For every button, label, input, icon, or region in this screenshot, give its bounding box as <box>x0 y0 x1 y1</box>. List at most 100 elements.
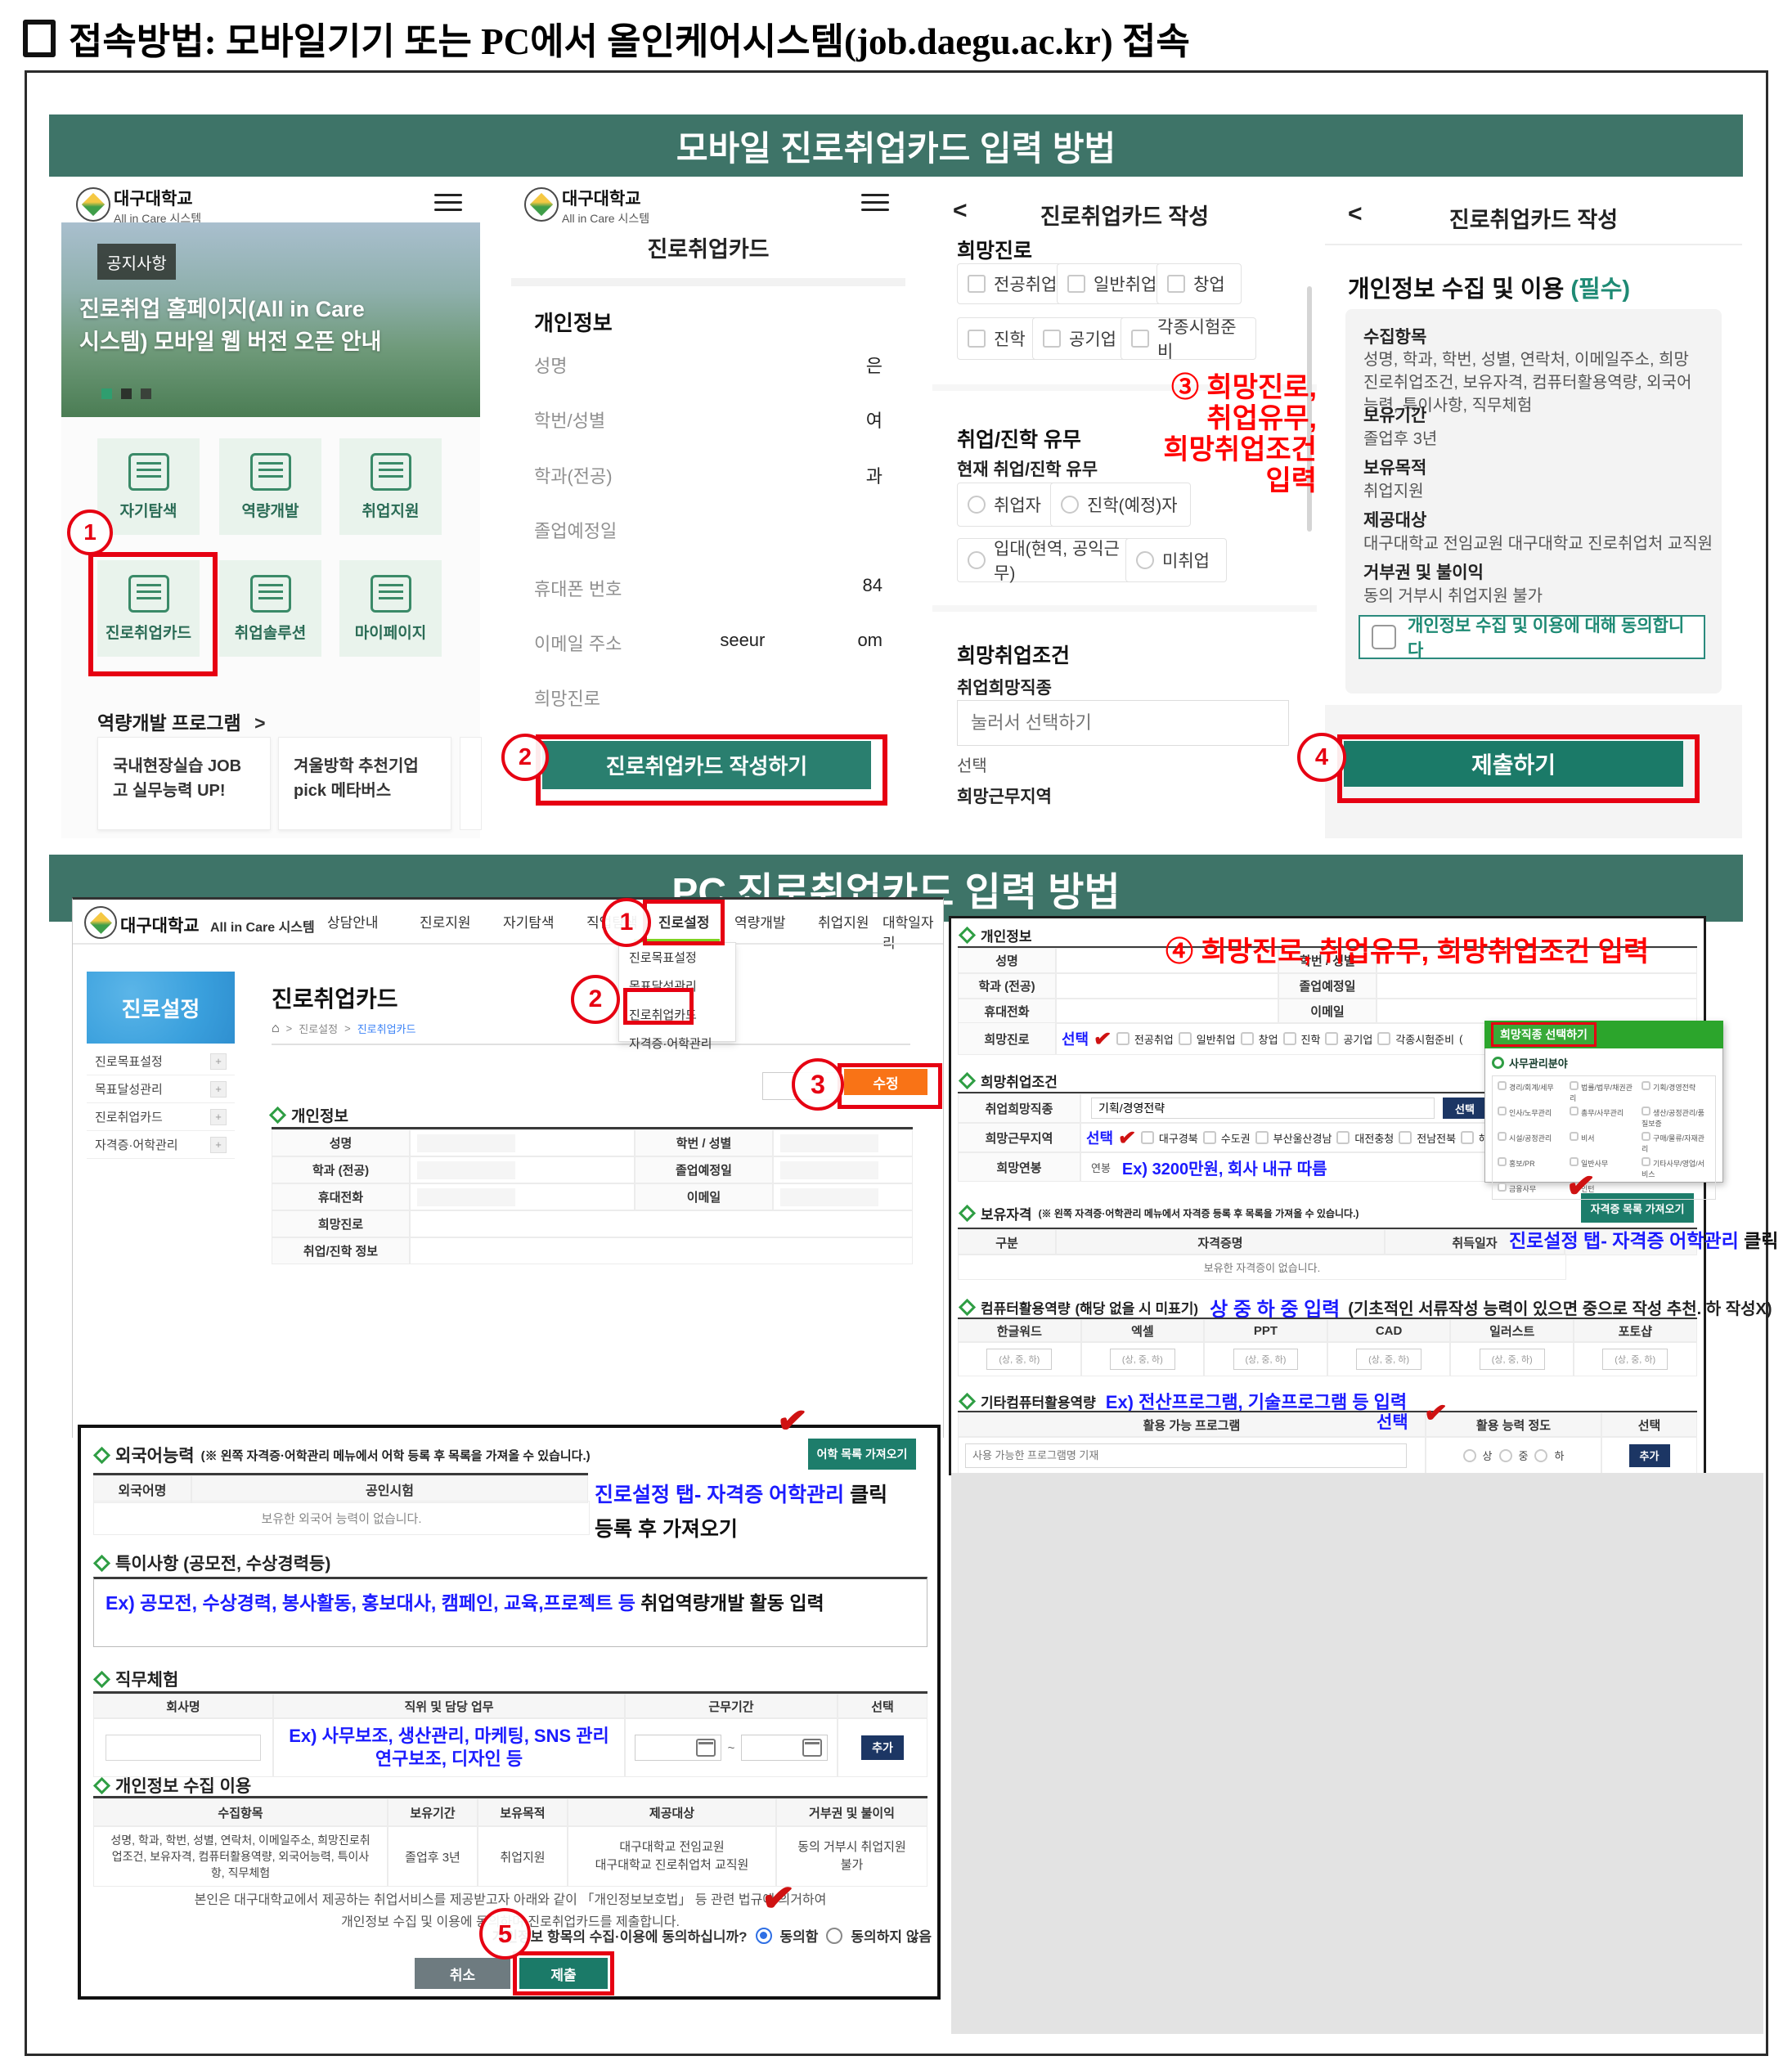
menu-icon[interactable] <box>861 194 889 211</box>
skill-level-input[interactable]: (상, 중, 하) <box>1233 1349 1299 1370</box>
sidebar-item-goal[interactable]: 진로목표설정+ <box>87 1048 235 1075</box>
checkbox-grad-school[interactable]: 진학 <box>957 317 1044 360</box>
dropdown-item-goal[interactable]: 진로목표설정 <box>619 943 735 972</box>
checkbox[interactable] <box>1116 1032 1130 1045</box>
company-name-input[interactable] <box>106 1735 261 1761</box>
breadcrumb-career-card[interactable]: 진로취업카드 <box>357 1021 416 1036</box>
hero-banner[interactable]: 공지사항 진로취업 홈페이지(All in Care 시스템) 모바일 웹 버전… <box>61 222 480 417</box>
nav-career-support[interactable]: 진로지원 <box>420 911 471 931</box>
fetch-language-list-button[interactable]: 어학 목록 가져오기 <box>808 1439 916 1470</box>
end-date-input[interactable] <box>741 1735 828 1761</box>
checkbox[interactable] <box>1179 1032 1192 1045</box>
program-card[interactable]: 겨울방학 추천기업pick 메타버스 <box>278 737 451 830</box>
etc-program-input[interactable] <box>965 1443 1407 1468</box>
checkbox[interactable] <box>1283 1032 1296 1045</box>
diamond-icon <box>93 1776 110 1793</box>
nav-competency[interactable]: 역량개발 <box>734 911 786 931</box>
radio-military[interactable]: 입대(현역, 공익근무) <box>957 538 1137 582</box>
skill-level-input[interactable]: (상, 중, 하) <box>1602 1349 1668 1370</box>
radio-employed[interactable]: 취업자 <box>957 483 1062 527</box>
label-emp-info: 취업/진학 정보 <box>272 1237 410 1264</box>
nav-self-exploration[interactable]: 자기탐색 <box>503 911 555 931</box>
program-card[interactable]: 국내현장실습 JOB고 실무능력 UP! <box>97 737 271 830</box>
tile-self-exploration[interactable]: 자기탐색 <box>97 438 200 535</box>
popup-option[interactable]: 인사/노무관리 <box>1498 1107 1566 1129</box>
checkbox-exam-prep[interactable]: 각종시험준비 <box>1121 317 1256 360</box>
agree-checkbox[interactable] <box>1372 625 1396 649</box>
checkbox[interactable] <box>1203 1131 1216 1144</box>
popup-option[interactable]: 법률/법무/채권관리 <box>1570 1081 1638 1103</box>
skill-level-input[interactable]: (상, 중, 하) <box>1110 1349 1175 1370</box>
popup-option[interactable]: 기획/경영전략 <box>1642 1081 1710 1103</box>
popup-option[interactable]: 비서 <box>1570 1132 1638 1154</box>
popup-option[interactable]: 총무/사무관리 <box>1570 1107 1638 1129</box>
checkbox[interactable] <box>1325 1032 1338 1045</box>
job-select-button[interactable]: 선택 <box>1443 1098 1487 1119</box>
nav-university-jobs[interactable]: 대학일자리 <box>883 911 943 952</box>
radio-unemployed[interactable]: 미취업 <box>1125 538 1227 582</box>
radio-agree[interactable] <box>756 1928 772 1944</box>
checkbox-major-employment[interactable]: 전공취업 <box>957 263 1068 304</box>
plus-icon[interactable]: + <box>210 1081 227 1098</box>
popup-option[interactable]: 시설/공정관리 <box>1498 1132 1566 1154</box>
checkbox-startup[interactable]: 창업 <box>1156 263 1242 304</box>
radio-low[interactable] <box>1534 1449 1547 1462</box>
popup-option[interactable]: 홍보/PR <box>1498 1157 1566 1179</box>
add-button[interactable]: 추가 <box>861 1735 904 1760</box>
dropdown-item-cert[interactable]: 자격증·어학관리 <box>619 1029 735 1057</box>
nav-employment-support[interactable]: 취업지원 <box>818 911 869 931</box>
popup-option[interactable]: 금융사무 <box>1498 1183 1566 1194</box>
consent-agree-box[interactable]: 개인정보 수집 및 이용에 대해 동의합니다 <box>1359 615 1705 659</box>
tile-employment-solution[interactable]: 취업솔루션 <box>219 560 321 657</box>
checkbox[interactable] <box>1377 1032 1390 1045</box>
special-textarea[interactable]: Ex) 공모전, 수상경력, 봉사활동, 홍보대사, 캠페인, 교육,프로젝트 … <box>93 1577 927 1647</box>
edit-button[interactable]: 수정 <box>844 1069 927 1095</box>
sidebar-item-achievement[interactable]: 목표달성관리+ <box>87 1075 235 1103</box>
popup-option[interactable]: 구매/물류/자재관리 <box>1642 1132 1710 1154</box>
checkbox[interactable] <box>1461 1131 1474 1144</box>
popup-option[interactable]: 기타사무/영업/서비스 <box>1642 1157 1710 1179</box>
checkbox[interactable] <box>1336 1131 1350 1144</box>
checkbox[interactable] <box>1141 1131 1154 1144</box>
cancel-button[interactable]: 취소 <box>415 1958 510 1989</box>
start-date-input[interactable] <box>635 1735 721 1761</box>
program-card[interactable] <box>460 737 482 830</box>
popup-option[interactable]: 경리/회계/세무 <box>1498 1081 1566 1103</box>
nav-counseling[interactable]: 상담안내 <box>327 911 379 931</box>
checkbox[interactable] <box>1399 1131 1412 1144</box>
hope-job-input[interactable] <box>957 700 1289 746</box>
calendar-icon[interactable] <box>696 1739 716 1757</box>
tile-my-page[interactable]: 마이페이지 <box>339 560 442 657</box>
skill-level-input[interactable]: (상, 중, 하) <box>986 1349 1052 1370</box>
write-career-card-button[interactable]: 진로취업카드 작성하기 <box>542 741 871 789</box>
tile-competency[interactable]: 역량개발 <box>219 438 321 535</box>
tile-employment-support[interactable]: 취업지원 <box>339 438 442 535</box>
checkbox[interactable] <box>1255 1131 1269 1144</box>
checkbox-general-employment[interactable]: 일반취업 <box>1057 263 1168 304</box>
sidebar-item-cert[interactable]: 자격증·어학관리+ <box>87 1131 235 1159</box>
breadcrumb-career-setting[interactable]: 진로설정 <box>299 1021 338 1036</box>
submit-button-mobile[interactable]: 제출하기 <box>1344 741 1683 787</box>
home-icon[interactable]: ⌂ <box>272 1021 280 1036</box>
plus-icon[interactable]: + <box>210 1137 227 1153</box>
plus-icon[interactable]: + <box>210 1053 227 1070</box>
skill-level-input[interactable]: (상, 중, 하) <box>1480 1349 1545 1370</box>
popup-option[interactable]: 생산/공정관리/품질보증 <box>1642 1107 1710 1129</box>
menu-icon[interactable] <box>434 194 462 211</box>
skill-level-input[interactable]: (상, 중, 하) <box>1356 1349 1421 1370</box>
add-button[interactable]: 추가 <box>1629 1444 1670 1467</box>
submit-button-pc[interactable]: 제출 <box>519 1958 608 1989</box>
radio-high[interactable] <box>1463 1449 1476 1462</box>
plus-icon[interactable]: + <box>210 1109 227 1125</box>
radio-disagree[interactable] <box>826 1928 842 1944</box>
sidebar-item-career-card[interactable]: 진로취업카드+ <box>87 1103 235 1131</box>
calendar-icon[interactable] <box>802 1739 822 1757</box>
carousel-dot-active[interactable] <box>101 388 112 399</box>
hope-job-input[interactable] <box>1091 1098 1435 1119</box>
carousel-dot[interactable] <box>121 388 132 399</box>
radio-mid[interactable] <box>1499 1449 1512 1462</box>
carousel-dot[interactable] <box>141 388 151 399</box>
chevron-right-icon[interactable]: > <box>254 712 265 734</box>
checkbox[interactable] <box>1241 1032 1254 1045</box>
checkbox-public-corp[interactable]: 공기업 <box>1032 317 1132 360</box>
